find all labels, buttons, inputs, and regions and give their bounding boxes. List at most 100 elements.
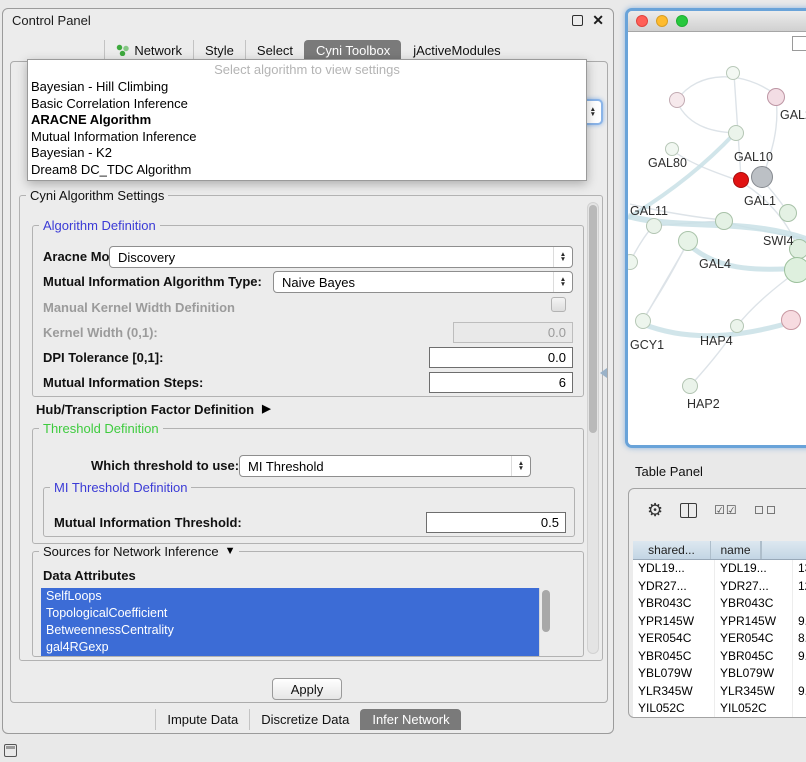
cell-shared-name[interactable]: YDR27... bbox=[633, 578, 715, 596]
network-node[interactable] bbox=[726, 66, 740, 80]
table-row[interactable]: YBR045C YBR045C 9. bbox=[633, 648, 806, 666]
cell-value[interactable]: 12 bbox=[793, 578, 806, 596]
close-icon[interactable]: ✕ bbox=[592, 15, 604, 26]
bottom-tab[interactable]: Discretize Data bbox=[249, 709, 360, 730]
dropdown-item[interactable]: Bayesian - K2 bbox=[28, 145, 586, 162]
cell-shared-name[interactable]: YPR145W bbox=[633, 613, 715, 631]
cell-shared-name[interactable]: YER054C bbox=[633, 630, 715, 648]
scrollbar-thumb[interactable] bbox=[542, 590, 550, 632]
column-header[interactable]: name bbox=[711, 541, 761, 559]
split-divider-collapse-icon[interactable] bbox=[600, 368, 607, 378]
cell-name[interactable]: YDL19... bbox=[715, 560, 793, 578]
dropdown-item[interactable]: Bayesian - Hill Climbing bbox=[28, 79, 586, 96]
network-node[interactable] bbox=[767, 88, 785, 106]
cell-value[interactable] bbox=[793, 595, 806, 613]
cell-shared-name[interactable]: YDL19... bbox=[633, 560, 715, 578]
bottom-tab[interactable]: Infer Network bbox=[360, 709, 460, 730]
settings-scrollbar[interactable] bbox=[587, 202, 599, 654]
cell-value[interactable]: 8. bbox=[793, 630, 806, 648]
control-panel-tab[interactable]: Style bbox=[193, 40, 245, 61]
close-traffic-light[interactable] bbox=[636, 15, 648, 27]
table-row[interactable]: YPR145W YPR145W 9. bbox=[633, 613, 806, 631]
network-node[interactable] bbox=[751, 166, 773, 188]
attribute-list-item[interactable]: TopologicalCoefficient bbox=[41, 605, 539, 622]
cell-shared-name[interactable]: YBR045C bbox=[633, 648, 715, 666]
which-threshold-combobox[interactable]: MI Threshold ▲▼ bbox=[239, 455, 531, 477]
control-panel-tab[interactable]: Cyni Toolbox bbox=[304, 40, 401, 61]
cell-name[interactable]: YPR145W bbox=[715, 613, 793, 631]
cell-name[interactable]: YER054C bbox=[715, 630, 793, 648]
manual-kernel-width-checkbox[interactable] bbox=[551, 297, 566, 312]
cell-value[interactable] bbox=[793, 665, 806, 683]
cell-value[interactable]: 9. bbox=[793, 613, 806, 631]
table-row[interactable]: YDR27... YDR27... 12 bbox=[633, 578, 806, 596]
dropdown-item[interactable]: Basic Correlation Inference bbox=[28, 96, 586, 113]
cell-name[interactable]: YBR045C bbox=[715, 648, 793, 666]
network-node[interactable] bbox=[646, 218, 662, 234]
dropdown-item[interactable]: Dream8 DC_TDC Algorithm bbox=[28, 162, 586, 179]
dropdown-item[interactable]: ARACNE Algorithm bbox=[28, 112, 586, 129]
float-window-icon[interactable] bbox=[572, 15, 583, 26]
control-panel-tab[interactable]: jActiveModules bbox=[401, 40, 511, 61]
list-scrollbar[interactable] bbox=[539, 588, 551, 656]
cell-shared-name[interactable]: YLR345W bbox=[633, 683, 715, 701]
sources-toggle[interactable]: Sources for Network Inference ▼ bbox=[39, 544, 239, 559]
network-node[interactable] bbox=[682, 378, 698, 394]
attribute-list-item[interactable]: gal4RGexp bbox=[41, 639, 539, 656]
network-node[interactable] bbox=[784, 257, 806, 283]
deselect-all-icon[interactable] bbox=[755, 506, 775, 514]
table-row[interactable]: YBR043C YBR043C bbox=[633, 595, 806, 613]
network-node[interactable] bbox=[669, 92, 685, 108]
network-node[interactable] bbox=[730, 319, 744, 333]
cell-name[interactable]: YIL052C bbox=[715, 700, 793, 717]
column-header[interactable]: shared... bbox=[633, 541, 711, 559]
network-node[interactable] bbox=[781, 310, 801, 330]
cell-value[interactable]: 9. bbox=[793, 683, 806, 701]
cell-shared-name[interactable]: YBR043C bbox=[633, 595, 715, 613]
gear-icon[interactable]: ⚙ bbox=[647, 501, 663, 519]
aracne-mode-combobox[interactable]: Discovery ▲▼ bbox=[109, 246, 573, 268]
control-panel-tab[interactable]: Network bbox=[104, 40, 193, 61]
cell-name[interactable]: YLR345W bbox=[715, 683, 793, 701]
canvas-corner-box[interactable] bbox=[792, 36, 806, 51]
network-node[interactable] bbox=[715, 212, 733, 230]
cell-name[interactable]: YDR27... bbox=[715, 578, 793, 596]
table-row[interactable]: YLR345W YLR345W 9. bbox=[633, 683, 806, 701]
mi-threshold-field[interactable]: 0.5 bbox=[426, 512, 566, 533]
cell-value[interactable] bbox=[793, 700, 806, 717]
column-header[interactable] bbox=[761, 541, 762, 559]
hub-transcription-factor-toggle[interactable]: Hub/Transcription Factor Definition ▶ bbox=[36, 400, 271, 418]
table-row[interactable]: YBL079W YBL079W bbox=[633, 665, 806, 683]
table-row[interactable]: YER054C YER054C 8. bbox=[633, 630, 806, 648]
select-all-icon[interactable]: ☑☑ bbox=[714, 503, 738, 517]
table-row[interactable]: YIL052C YIL052C bbox=[633, 700, 806, 717]
kernel-width-field[interactable]: 0.0 bbox=[453, 322, 573, 343]
cell-name[interactable]: YBL079W bbox=[715, 665, 793, 683]
network-node[interactable] bbox=[733, 172, 749, 188]
float-panel-icon[interactable] bbox=[4, 744, 17, 757]
bottom-tab[interactable]: Impute Data bbox=[155, 709, 249, 730]
mi-algorithm-type-combobox[interactable]: Naive Bayes ▲▼ bbox=[273, 271, 573, 293]
dropdown-item[interactable]: Mutual Information Inference bbox=[28, 129, 586, 146]
control-panel-tab[interactable]: Select bbox=[245, 40, 304, 61]
cell-shared-name[interactable]: YIL052C bbox=[633, 700, 715, 717]
network-node[interactable] bbox=[635, 313, 651, 329]
cell-shared-name[interactable]: YBL079W bbox=[633, 665, 715, 683]
scrollbar-thumb[interactable] bbox=[589, 205, 597, 433]
network-node[interactable] bbox=[678, 231, 698, 251]
attribute-list-item[interactable]: SelfLoops bbox=[41, 588, 539, 605]
attribute-list-item[interactable]: BetweennessCentrality bbox=[41, 622, 539, 639]
table-row[interactable]: YDL19... YDL19... 13 bbox=[633, 560, 806, 578]
columns-icon[interactable] bbox=[680, 503, 697, 518]
network-node[interactable] bbox=[665, 142, 679, 156]
apply-button[interactable]: Apply bbox=[272, 678, 342, 700]
zoom-traffic-light[interactable] bbox=[676, 15, 688, 27]
mi-steps-field[interactable]: 6 bbox=[429, 372, 573, 393]
network-canvas[interactable]: GAL2GAL80GAL10GAL11GAL1SWI4GAL4GCY1HAP4H… bbox=[628, 32, 806, 445]
network-node[interactable] bbox=[728, 125, 744, 141]
cell-value[interactable]: 13 bbox=[793, 560, 806, 578]
minimize-traffic-light[interactable] bbox=[656, 15, 668, 27]
cell-value[interactable]: 9. bbox=[793, 648, 806, 666]
network-node[interactable] bbox=[779, 204, 797, 222]
dpi-tolerance-field[interactable]: 0.0 bbox=[429, 347, 573, 368]
